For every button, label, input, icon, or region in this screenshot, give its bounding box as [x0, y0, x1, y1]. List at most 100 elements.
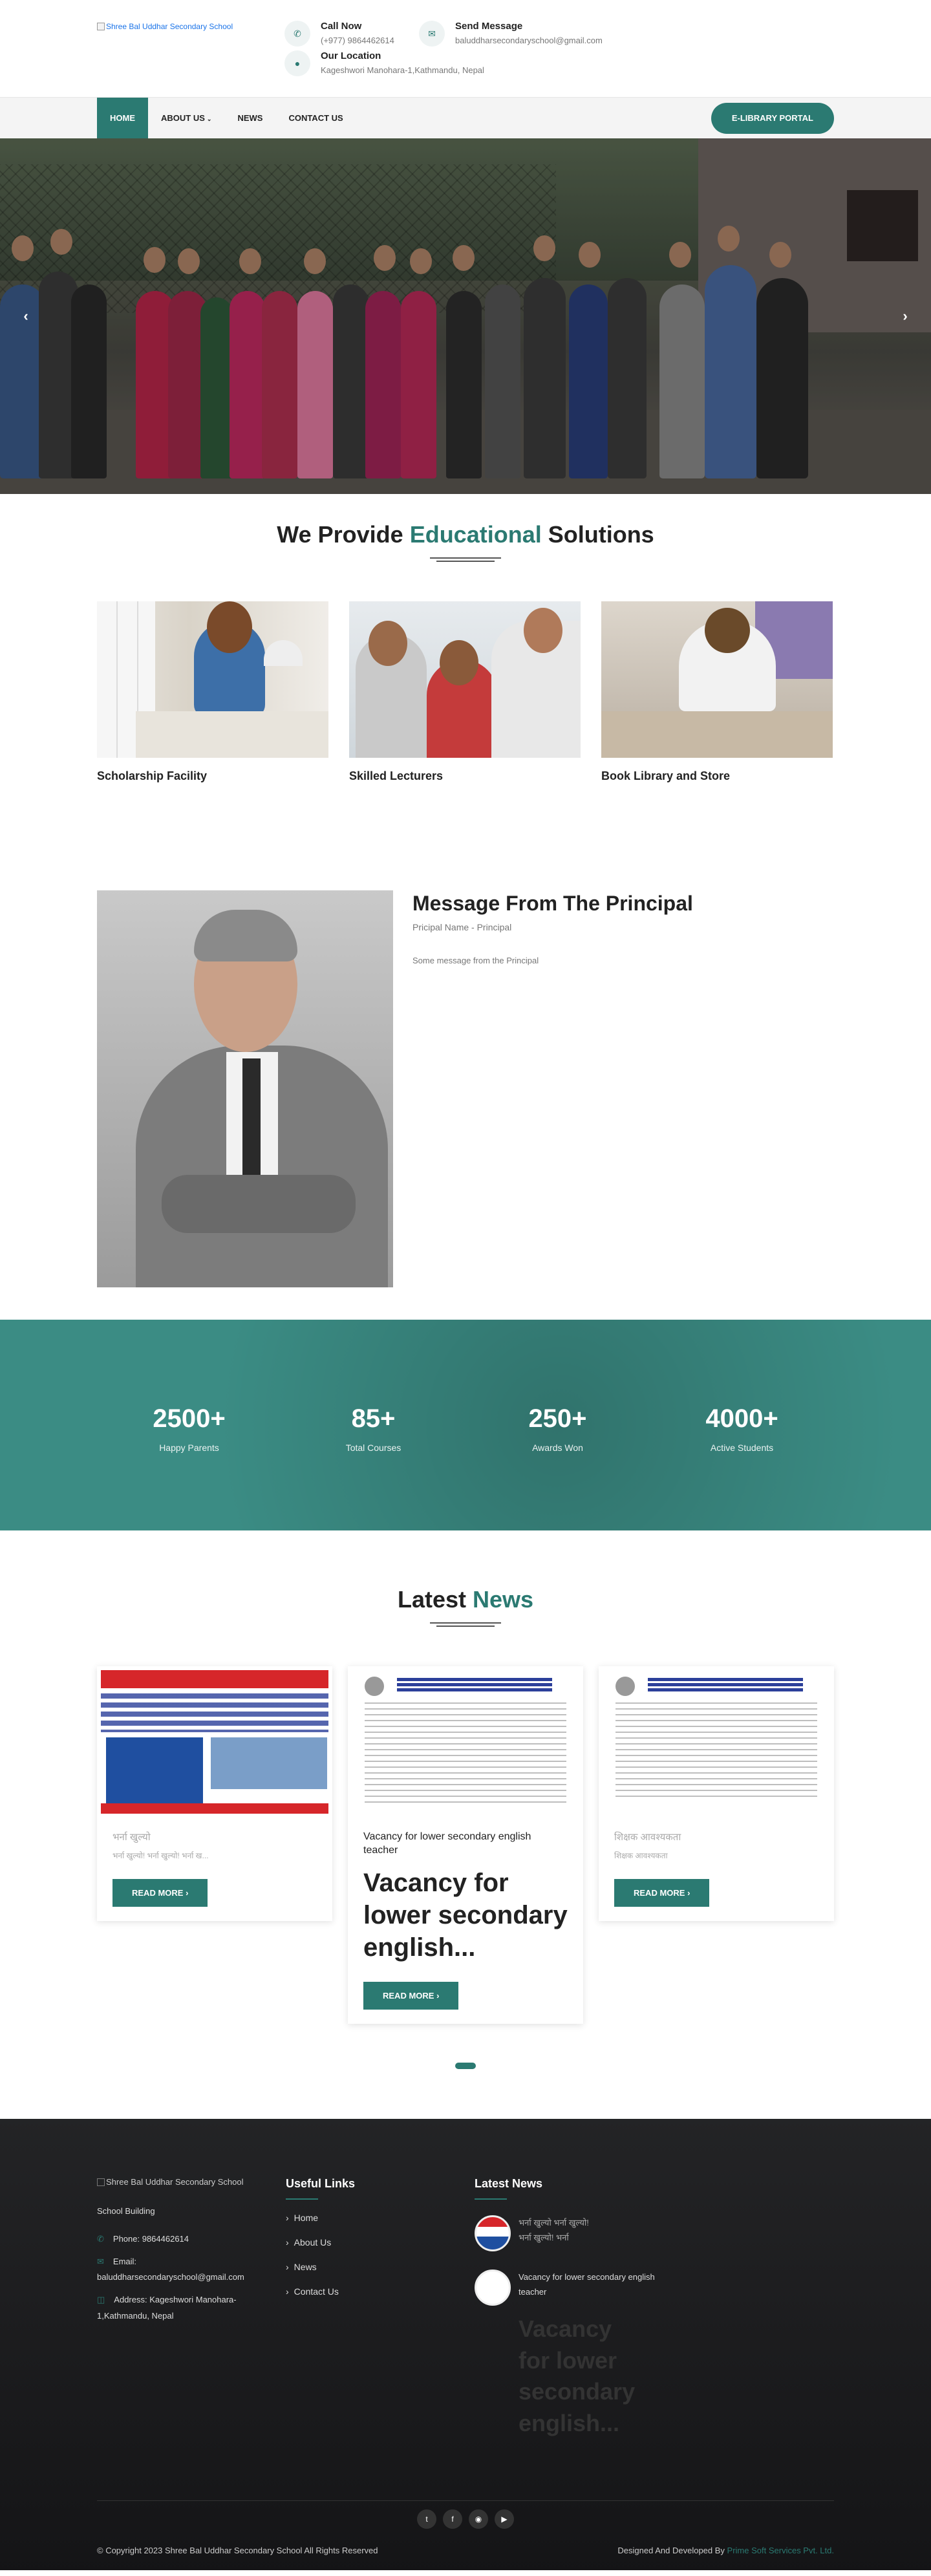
feature-card[interactable]: Skilled Lecturers: [349, 601, 581, 783]
stat-value: 4000+: [705, 1404, 778, 1433]
broken-image-icon: [97, 2178, 105, 2186]
footer-news-text: Vacancy for lower secondary english teac…: [519, 2272, 655, 2297]
call-now-number[interactable]: (+977) 9864462614: [321, 36, 394, 45]
latest-news-title: Latest News: [475, 2177, 543, 2190]
envelope-icon: ✉: [419, 21, 445, 47]
footer-link-contact[interactable]: › Contact Us: [286, 2286, 475, 2297]
principal-message: Some message from the Principal: [412, 956, 539, 965]
news-title[interactable]: भर्ना खुल्यो: [112, 1830, 328, 1843]
news-thumbnail: [475, 2215, 511, 2251]
chevron-right-icon: ›: [286, 2213, 289, 2223]
stat-value: 85+: [351, 1404, 396, 1433]
news-excerpt: शिक्षक आवश्यकता: [614, 1851, 668, 1860]
stat-item: 2500+ Happy Parents: [97, 1404, 281, 1453]
principal-heading: Message From The Principal: [412, 892, 693, 915]
location-address: Kageshwori Manohara-1,Kathmandu, Nepal: [321, 65, 484, 75]
send-message-title: Send Message: [455, 21, 523, 32]
footer-news-text: भर्ना खुल्यो भर्ना खुल्यो! भर्ना खुल्यो!…: [519, 2218, 589, 2243]
news-title[interactable]: Vacancy for lower secondary english teac…: [363, 1830, 579, 1858]
nav-contact-label: CONTACT US: [288, 113, 343, 123]
copyright-text: © Copyright 2023 Shree Bal Uddhar Second…: [97, 2546, 378, 2555]
footer-email-text[interactable]: baluddharsecondaryschool@gmail.com: [97, 2272, 244, 2282]
features-title-pre: We Provide: [277, 521, 410, 548]
footer-news-item[interactable]: Vacancy for lower secondary english teac…: [475, 2270, 746, 2306]
envelope-icon: ✉: [97, 2256, 104, 2266]
stat-label: Awards Won: [532, 1442, 583, 1453]
stat-label: Active Students: [710, 1442, 774, 1453]
chevron-right-icon[interactable]: ›: [892, 303, 918, 329]
carousel-pagination-dot[interactable]: [455, 2062, 476, 2069]
email-address[interactable]: baluddharsecondaryschool@gmail.com: [455, 36, 603, 45]
news-title[interactable]: शिक्षक आवश्यकता: [614, 1830, 830, 1843]
chevron-right-icon: ›: [286, 2262, 289, 2272]
nav-home[interactable]: HOME: [97, 98, 148, 139]
footer-email-label: Email:: [112, 2256, 137, 2266]
footer-link-home[interactable]: › Home: [286, 2213, 475, 2223]
news-card[interactable]: Vacancy for lower secondary english teac…: [348, 1666, 583, 2024]
twitter-icon[interactable]: t: [417, 2509, 436, 2529]
chevron-right-icon: ›: [436, 1990, 440, 2001]
site-footer: Shree Bal Uddhar Secondary School School…: [0, 2119, 931, 2570]
instagram-icon[interactable]: ◉: [469, 2509, 488, 2529]
read-more-button[interactable]: READ MORE ›: [614, 1879, 710, 1907]
footer-news-item[interactable]: भर्ना खुल्यो भर्ना खुल्यो! भर्ना खुल्यो!…: [475, 2215, 746, 2251]
footer-link-label: About Us: [294, 2237, 332, 2248]
footer-about: Shree Bal Uddhar Secondary School School…: [97, 2177, 286, 2439]
title-underline: [430, 557, 501, 563]
hero-overlay: [0, 138, 931, 494]
footer-logo[interactable]: Shree Bal Uddhar Secondary School: [97, 2177, 286, 2187]
facebook-icon[interactable]: f: [443, 2509, 462, 2529]
nav-news[interactable]: NEWS: [224, 98, 275, 139]
nav-about-us[interactable]: ABOUT US ⌄: [148, 98, 224, 139]
stat-label: Happy Parents: [159, 1442, 219, 1453]
stat-value: 2500+: [153, 1404, 226, 1433]
footer-link-about[interactable]: › About Us: [286, 2237, 475, 2248]
developer-link[interactable]: Prime Soft Services Pvt. Ltd.: [727, 2546, 834, 2555]
teacher-notice-image: [603, 1670, 830, 1814]
feature-title: Skilled Lecturers: [349, 769, 444, 782]
nav-about-label: ABOUT US: [161, 113, 205, 123]
news-card[interactable]: शिक्षक आवश्यकता शिक्षक आवश्यकता READ MOR…: [599, 1666, 834, 1921]
youtube-icon[interactable]: ▶: [495, 2509, 514, 2529]
admission-poster-image: [101, 1670, 328, 1814]
nav-news-label: NEWS: [237, 113, 263, 123]
read-more-button[interactable]: READ MORE ›: [363, 1981, 459, 2010]
feature-title: Scholarship Facility: [97, 769, 208, 782]
read-more-button[interactable]: READ MORE ›: [112, 1879, 208, 1907]
title-underline: [430, 1622, 501, 1627]
feature-card[interactable]: Book Library and Store: [601, 601, 833, 783]
footer-address: ◫ Address: Kageshwori Manohara-1,Kathmand…: [97, 2292, 286, 2324]
footer-link-label: Home: [294, 2213, 319, 2223]
news-card[interactable]: भर्ना खुल्यो भर्ना खुल्यो! भर्ना खुल्यो!…: [97, 1666, 332, 1921]
heading-underline: [475, 2198, 507, 2200]
call-now-block: ✆ Call Now (+977) 9864462614: [284, 21, 394, 47]
nav-home-label: HOME: [110, 113, 135, 123]
feature-title: Book Library and Store: [601, 769, 731, 782]
stat-value: 250+: [528, 1404, 587, 1433]
footer-logo-alt: Shree Bal Uddhar Secondary School: [106, 2177, 244, 2187]
e-library-portal-button[interactable]: E-LIBRARY PORTAL: [711, 103, 834, 134]
stat-item: 4000+ Active Students: [650, 1404, 834, 1453]
chevron-right-icon: ›: [286, 2286, 289, 2297]
news-title-highlight: News: [473, 1586, 534, 1613]
stat-label: Total Courses: [345, 1442, 401, 1453]
developer-credit: Designed And Developed By Prime Soft Ser…: [617, 2546, 834, 2555]
footer-useful-links: Useful Links › Home › About Us › News › Cont…: [286, 2177, 475, 2439]
footer-latest-news: Latest News भर्ना खुल्यो भर्ना खुल्यो! भ…: [475, 2177, 746, 2439]
chevron-right-icon: ›: [286, 2237, 289, 2248]
footer-link-news[interactable]: › News: [286, 2262, 475, 2272]
footer-link-label: News: [294, 2262, 317, 2272]
stat-item: 85+ Total Courses: [281, 1404, 466, 1453]
footer-phone-text[interactable]: Phone: 9864462614: [113, 2234, 189, 2244]
footer-email: ✉ Email: baluddharsecondaryschool@gmail.co…: [97, 2254, 286, 2286]
site-logo[interactable]: Shree Bal Uddhar Secondary School: [97, 22, 233, 31]
stats-section: 2500+ Happy Parents 85+ Total Courses 250+…: [0, 1320, 931, 1530]
phone-icon: ✆: [284, 21, 310, 47]
nav-contact-us[interactable]: CONTACT US: [275, 98, 356, 139]
useful-links-title: Useful Links: [286, 2177, 356, 2190]
stat-item: 250+ Awards Won: [466, 1404, 650, 1453]
footer-link-label: Contact Us: [294, 2286, 339, 2297]
feature-card[interactable]: Scholarship Facility: [97, 601, 328, 783]
send-message-block: ✉ Send Message baluddharsecondaryschool@…: [419, 21, 603, 47]
chevron-left-icon[interactable]: ‹: [13, 303, 39, 329]
